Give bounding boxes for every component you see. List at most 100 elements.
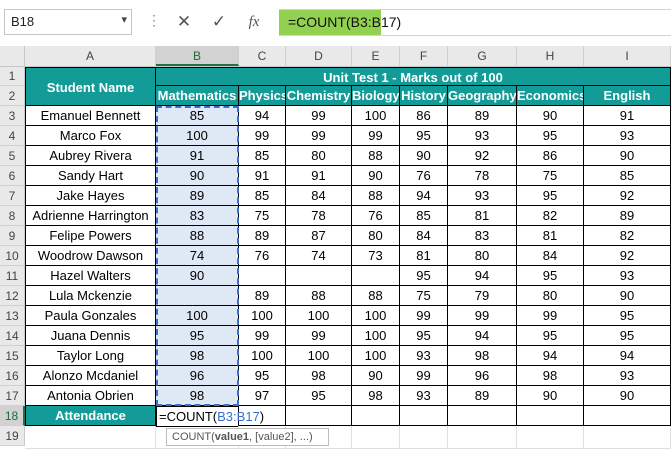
row-header-19[interactable]: 19 — [0, 426, 25, 446]
mark-cell[interactable]: 75 — [400, 286, 448, 306]
mark-cell[interactable]: 94 — [239, 106, 286, 126]
mark-cell[interactable]: 96 — [448, 366, 517, 386]
mark-cell[interactable]: 91 — [584, 106, 671, 126]
mark-cell[interactable]: 92 — [584, 186, 671, 206]
mark-cell[interactable]: 95 — [517, 126, 584, 146]
mark-cell[interactable]: 73 — [352, 246, 400, 266]
mark-cell[interactable]: 90 — [352, 366, 400, 386]
column-header-i[interactable]: I — [584, 46, 671, 66]
subject-header-chemistry[interactable]: Chemistry — [286, 86, 352, 106]
mark-cell[interactable]: 94 — [517, 346, 584, 366]
mark-cell[interactable]: 91 — [239, 166, 286, 186]
mark-cell[interactable]: 82 — [584, 226, 671, 246]
mark-cell[interactable]: 88 — [286, 286, 352, 306]
enter-icon[interactable]: ✓ — [207, 10, 231, 34]
mark-cell[interactable]: 81 — [400, 246, 448, 266]
mark-cell[interactable]: 86 — [517, 146, 584, 166]
mark-cell[interactable]: 95 — [517, 266, 584, 286]
mark-cell[interactable]: 98 — [156, 386, 239, 406]
mark-cell[interactable]: 93 — [584, 266, 671, 286]
mark-cell[interactable]: 88 — [352, 186, 400, 206]
mark-cell[interactable]: 97 — [239, 386, 286, 406]
mark-cell[interactable]: 83 — [448, 226, 517, 246]
mark-cell[interactable]: 99 — [239, 126, 286, 146]
student-name-cell[interactable]: Alonzo Mcdaniel — [25, 366, 156, 386]
subject-header-history[interactable]: History — [400, 86, 448, 106]
mark-cell[interactable]: 94 — [584, 346, 671, 366]
tooltip-arg1[interactable]: value1 — [215, 431, 249, 443]
mark-cell[interactable]: 85 — [239, 186, 286, 206]
unit-test-header[interactable]: Unit Test 1 - Marks out of 100 — [156, 67, 671, 86]
mark-cell[interactable]: 91 — [156, 146, 239, 166]
column-header-d[interactable]: D — [286, 46, 352, 66]
subject-header-geography[interactable]: Geography — [448, 86, 517, 106]
subject-header-english[interactable]: English — [584, 86, 671, 106]
mark-cell[interactable]: 100 — [156, 306, 239, 326]
mark-cell[interactable]: 93 — [584, 126, 671, 146]
mark-cell[interactable]: 90 — [517, 386, 584, 406]
student-name-cell[interactable]: Hazel Walters — [25, 266, 156, 286]
mark-cell[interactable]: 100 — [286, 346, 352, 366]
mark-cell[interactable]: 99 — [286, 326, 352, 346]
attendance-cell[interactable] — [517, 406, 584, 426]
mark-cell[interactable]: 89 — [239, 226, 286, 246]
mark-cell[interactable]: 74 — [286, 246, 352, 266]
subject-header-physics[interactable]: Physics — [239, 86, 286, 106]
mark-cell[interactable]: 74 — [156, 246, 239, 266]
insert-function-icon[interactable]: fx — [242, 10, 266, 34]
mark-cell[interactable]: 89 — [448, 106, 517, 126]
mark-cell[interactable]: 93 — [584, 366, 671, 386]
mark-cell[interactable]: 90 — [156, 266, 239, 286]
attendance-label[interactable]: Attendance — [25, 406, 156, 426]
cancel-icon[interactable]: ✕ — [172, 10, 196, 34]
student-name-cell[interactable]: Aubrey Rivera — [25, 146, 156, 166]
attendance-cell[interactable] — [352, 406, 400, 426]
mark-cell[interactable]: 83 — [156, 206, 239, 226]
mark-cell[interactable]: 99 — [352, 126, 400, 146]
mark-cell[interactable]: 94 — [448, 326, 517, 346]
mark-cell[interactable]: 84 — [400, 226, 448, 246]
column-header-h[interactable]: H — [517, 46, 584, 66]
mark-cell[interactable]: 81 — [448, 206, 517, 226]
row-header-1[interactable]: 1 — [0, 67, 25, 86]
mark-cell[interactable]: 90 — [156, 166, 239, 186]
student-name-cell[interactable]: Felipe Powers — [25, 226, 156, 246]
mark-cell[interactable]: 95 — [156, 326, 239, 346]
mark-cell[interactable]: 99 — [517, 306, 584, 326]
row-header-13[interactable]: 13 — [0, 306, 25, 326]
mark-cell[interactable]: 95 — [239, 366, 286, 386]
mark-cell[interactable] — [352, 266, 400, 286]
student-name-cell[interactable]: Marco Fox — [25, 126, 156, 146]
empty-cell[interactable] — [352, 426, 400, 449]
row-header-15[interactable]: 15 — [0, 346, 25, 366]
mark-cell[interactable]: 95 — [517, 186, 584, 206]
mark-cell[interactable]: 95 — [286, 386, 352, 406]
mark-cell[interactable]: 85 — [584, 166, 671, 186]
student-name-cell[interactable]: Antonia Obrien — [25, 386, 156, 406]
row-header-17[interactable]: 17 — [0, 386, 25, 406]
mark-cell[interactable]: 89 — [584, 206, 671, 226]
empty-cell[interactable] — [400, 426, 448, 449]
mark-cell[interactable]: 92 — [448, 146, 517, 166]
mark-cell[interactable]: 95 — [584, 306, 671, 326]
mark-cell[interactable]: 93 — [400, 386, 448, 406]
mark-cell[interactable]: 95 — [400, 266, 448, 286]
student-name-cell[interactable]: Jake Hayes — [25, 186, 156, 206]
empty-cell[interactable] — [448, 426, 517, 449]
mark-cell[interactable]: 90 — [517, 106, 584, 126]
mark-cell[interactable]: 88 — [352, 286, 400, 306]
mark-cell[interactable]: 90 — [584, 146, 671, 166]
mark-cell[interactable]: 90 — [584, 286, 671, 306]
mark-cell[interactable]: 76 — [239, 246, 286, 266]
row-header-7[interactable]: 7 — [0, 186, 25, 206]
mark-cell[interactable]: 84 — [286, 186, 352, 206]
mark-cell[interactable]: 90 — [400, 146, 448, 166]
mark-cell[interactable]: 100 — [352, 326, 400, 346]
subject-header-economics[interactable]: Economics — [517, 86, 584, 106]
mark-cell[interactable]: 80 — [517, 286, 584, 306]
mark-cell[interactable]: 78 — [286, 206, 352, 226]
student-name-cell[interactable]: Juana Dennis — [25, 326, 156, 346]
row-header-12[interactable]: 12 — [0, 286, 25, 306]
mark-cell[interactable]: 85 — [156, 106, 239, 126]
row-header-11[interactable]: 11 — [0, 266, 25, 286]
